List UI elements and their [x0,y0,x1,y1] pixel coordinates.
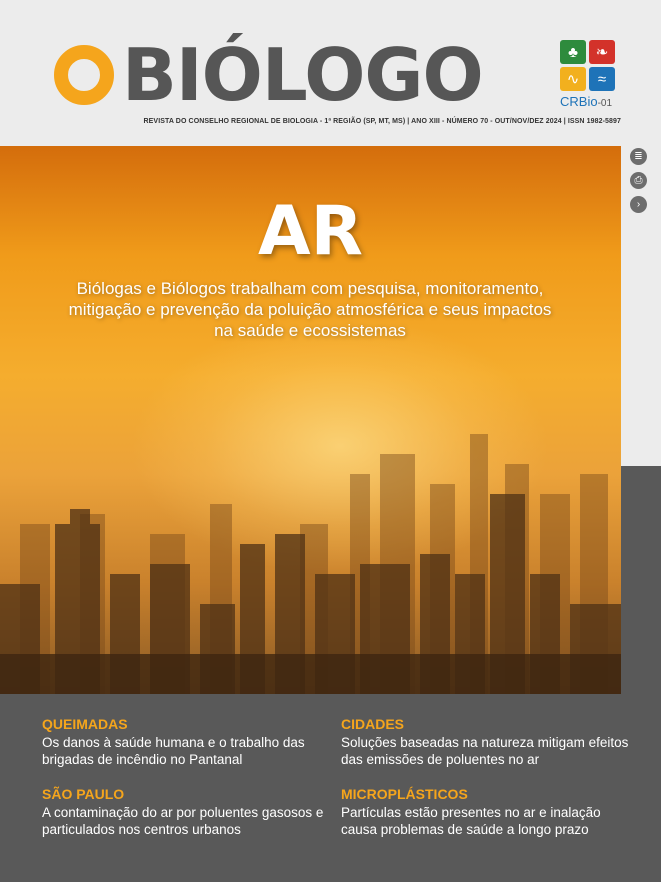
masthead-logo[interactable]: BIÓLOGO [54,30,484,120]
cover-subheadline: Biólogas e Biólogos trabalham com pesqui… [68,279,552,340]
lizard-icon: ∿ [560,67,586,91]
story-cidades[interactable]: CIDADES Soluções baseadas na natureza mi… [341,715,631,768]
side-strip [621,466,661,694]
side-toolbar: ≣ ⎙ › [621,146,661,466]
list-icon[interactable]: ≣ [630,148,647,165]
fish-icon: ≈ [589,67,615,91]
story-text: Os danos à saúde humana e o trabalho das… [42,735,305,767]
story-kicker: CIDADES [341,716,405,732]
cover-headline: AR [258,192,363,271]
chevron-right-icon[interactable]: › [630,196,647,213]
print-icon[interactable]: ⎙ [630,172,647,189]
cover-header: BIÓLOGO ♣ ❧ ∿ ≈ CRBio-01 REVISTA DO CONS… [0,0,661,146]
tree-icon: ♣ [560,40,586,64]
magazine-cover: BIÓLOGO ♣ ❧ ∿ ≈ CRBio-01 REVISTA DO CONS… [0,0,661,882]
story-text: Soluções baseadas na natureza mitigam ef… [341,735,629,767]
city-skyline-image [0,434,621,694]
magazine-tagline: REVISTA DO CONSELHO REGIONAL DE BIOLOGIA… [143,118,621,125]
crbio-logo[interactable]: ♣ ❧ ∿ ≈ CRBio-01 [560,40,620,109]
logo-word: BIÓLOGO [122,33,484,117]
story-microplasticos[interactable]: MICROPLÁSTICOS Partículas estão presente… [341,785,631,838]
story-kicker: QUEIMADAS [42,716,128,732]
story-kicker: MICROPLÁSTICOS [341,786,468,802]
bird-icon: ❧ [589,40,615,64]
story-sao-paulo[interactable]: SÃO PAULO A contaminação do ar por polue… [42,785,332,838]
crbio-label: CRBio-01 [560,94,613,109]
cover-stories: QUEIMADAS Os danos à saúde humana e o tr… [0,694,661,882]
story-kicker: SÃO PAULO [42,786,125,802]
story-text: Partículas estão presentes no ar e inala… [341,805,601,837]
cover-hero: AR Biólogas e Biólogos trabalham com pes… [0,146,621,694]
story-queimadas[interactable]: QUEIMADAS Os danos à saúde humana e o tr… [42,715,332,768]
story-text: A contaminação do ar por poluentes gasos… [42,805,324,837]
logo-o-ring [54,45,114,105]
